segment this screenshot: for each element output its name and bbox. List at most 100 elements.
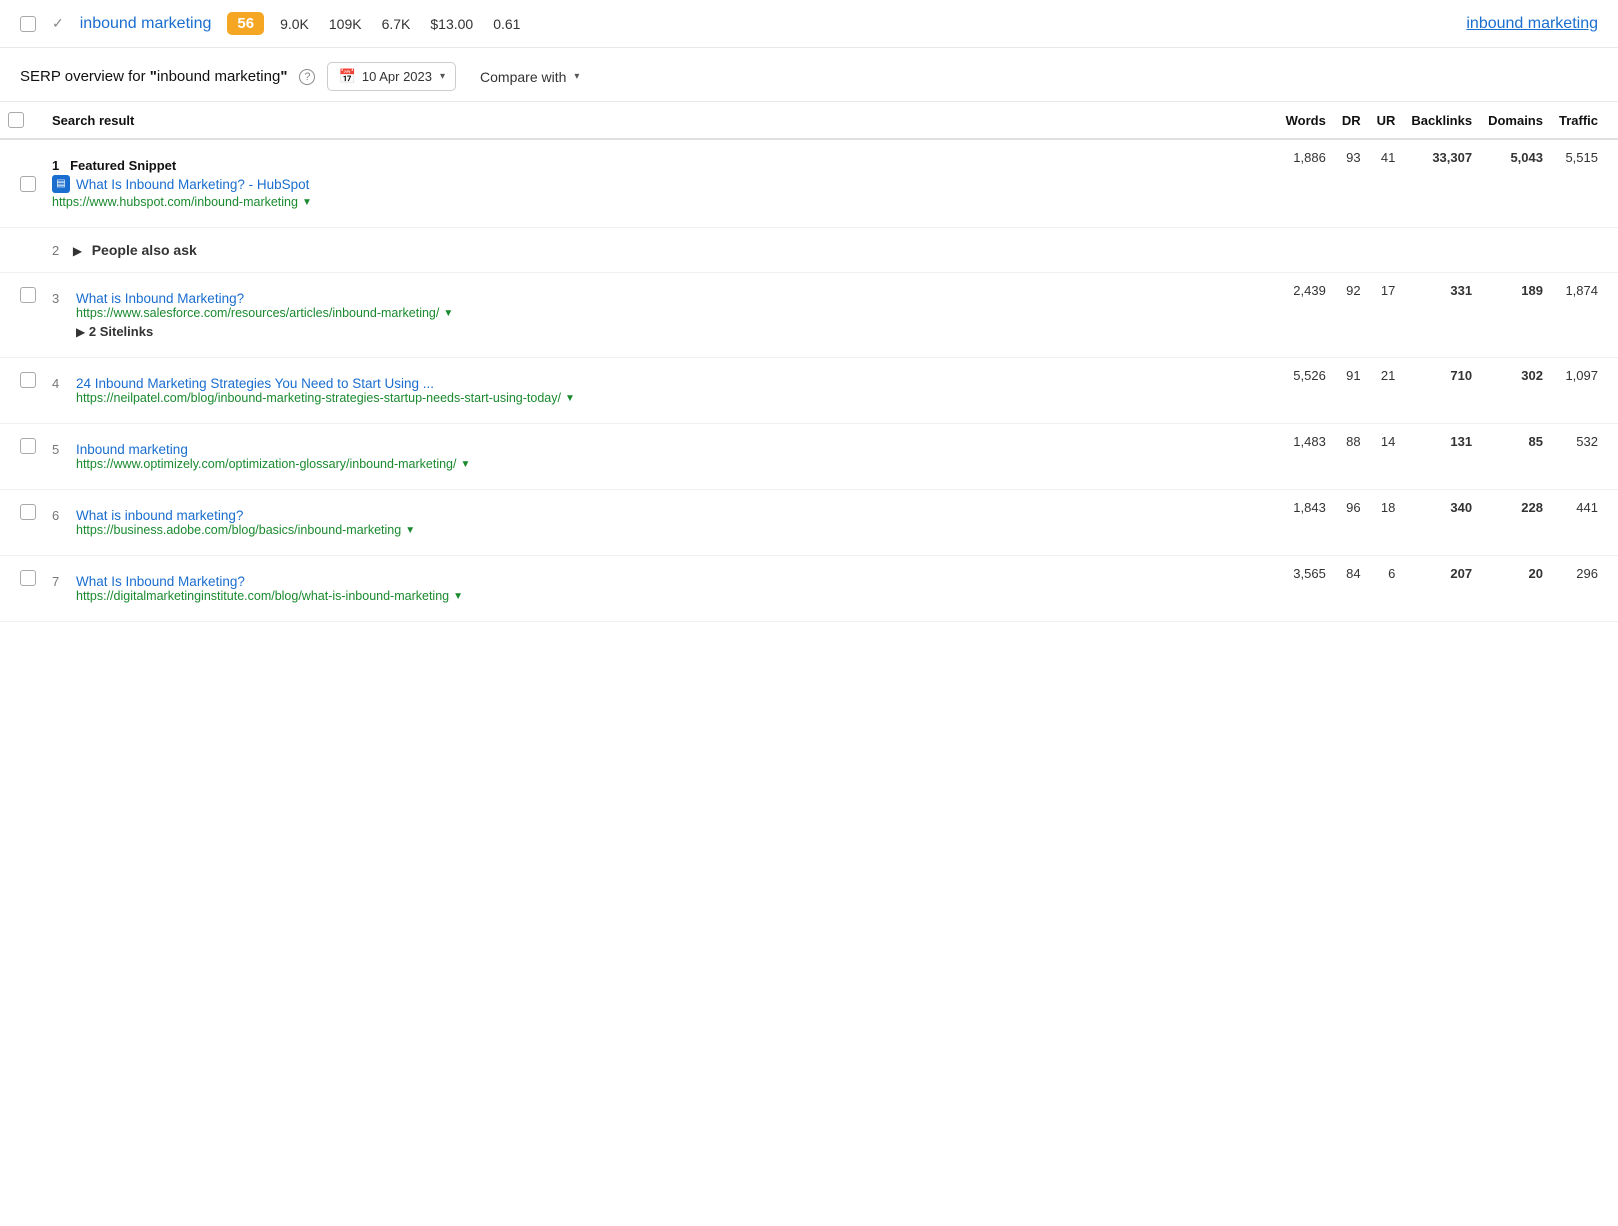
- words-cell: 1,843: [1278, 490, 1334, 556]
- backlinks-cell[interactable]: 131: [1403, 424, 1480, 490]
- row-empty-checkbox-cell: [0, 228, 44, 273]
- people-ask-cell: 2 ▶ People also ask: [44, 228, 1618, 273]
- words-cell: 2,439: [1278, 273, 1334, 358]
- stat-volume: 9.0K: [280, 16, 309, 32]
- sitelinks-label: 2 Sitelinks: [89, 324, 153, 339]
- result-title-link[interactable]: What is Inbound Marketing?: [76, 291, 453, 306]
- backlinks-cell[interactable]: 340: [1403, 490, 1480, 556]
- help-icon[interactable]: ?: [299, 69, 315, 85]
- result-title-link[interactable]: Inbound marketing: [76, 442, 470, 457]
- domains-cell[interactable]: 302: [1480, 358, 1551, 424]
- row-checkbox[interactable]: [20, 176, 36, 192]
- top-row: ✓ inbound marketing 56 9.0K 109K 6.7K $1…: [0, 0, 1618, 48]
- result-title-link[interactable]: 24 Inbound Marketing Strategies You Need…: [76, 376, 575, 391]
- people-also-ask-label: People also ask: [92, 242, 197, 258]
- ur-cell: 14: [1369, 424, 1404, 490]
- stat-clicks: 109K: [329, 16, 362, 32]
- dr-cell: 93: [1334, 139, 1369, 228]
- stat-cpc: $13.00: [430, 16, 473, 32]
- expand-arrow-icon[interactable]: ▶: [76, 325, 85, 339]
- url-dropdown-icon[interactable]: ▼: [443, 308, 453, 319]
- col-dr-header: DR: [1334, 102, 1369, 139]
- date-dropdown-arrow: ▾: [440, 71, 445, 82]
- row-checkbox[interactable]: [20, 504, 36, 520]
- row-checkbox[interactable]: [20, 287, 36, 303]
- url-dropdown-icon[interactable]: ▼: [565, 393, 575, 404]
- url-dropdown-icon[interactable]: ▼: [460, 459, 470, 470]
- row-checkbox-cell: [0, 139, 44, 228]
- ur-cell: 18: [1369, 490, 1404, 556]
- dr-cell: 92: [1334, 273, 1369, 358]
- compare-with-button[interactable]: Compare with ▾: [468, 64, 591, 90]
- results-table: Search result Words DR UR Backlinks Doma…: [0, 102, 1618, 622]
- domains-cell[interactable]: 5,043: [1480, 139, 1551, 228]
- traffic-cell: 532: [1551, 424, 1618, 490]
- result-title-link[interactable]: What Is Inbound Marketing?: [76, 574, 463, 589]
- col-words-header: Words: [1278, 102, 1334, 139]
- domains-cell[interactable]: 85: [1480, 424, 1551, 490]
- checkmark-icon: ✓: [52, 15, 64, 32]
- col-domains-header: Domains: [1480, 102, 1551, 139]
- compare-keyword-link[interactable]: inbound marketing: [1466, 15, 1598, 33]
- row-checkbox-cell: [0, 424, 44, 490]
- top-row-checkbox[interactable]: [20, 16, 36, 32]
- result-url: https://www.hubspot.com/inbound-marketin…: [52, 195, 298, 209]
- top-row-keyword-link[interactable]: inbound marketing: [80, 15, 212, 33]
- backlinks-cell[interactable]: 710: [1403, 358, 1480, 424]
- col-checkbox-header: [0, 102, 44, 139]
- compare-dropdown-arrow: ▾: [574, 71, 579, 82]
- result-content-cell: 6 What is inbound marketing? https://bus…: [44, 490, 1278, 556]
- backlinks-cell[interactable]: 207: [1403, 556, 1480, 622]
- serp-header: SERP overview for "inbound marketing" ? …: [0, 48, 1618, 102]
- table-row: 1 Featured Snippet ▤ What Is Inbound Mar…: [0, 139, 1618, 228]
- ur-cell: 41: [1369, 139, 1404, 228]
- score-badge: 56: [227, 12, 264, 35]
- url-dropdown-icon[interactable]: ▼: [453, 591, 463, 602]
- traffic-cell: 5,515: [1551, 139, 1618, 228]
- row-checkbox-cell: [0, 556, 44, 622]
- ur-cell: 21: [1369, 358, 1404, 424]
- col-search-result-header: Search result: [44, 102, 1278, 139]
- traffic-cell: 1,874: [1551, 273, 1618, 358]
- words-cell: 1,886: [1278, 139, 1334, 228]
- table-row: 2 ▶ People also ask: [0, 228, 1618, 273]
- featured-snippet-label: 1 Featured Snippet: [52, 158, 1270, 173]
- serp-title: SERP overview for "inbound marketing": [20, 68, 287, 85]
- row-number: 6: [52, 508, 66, 523]
- row-checkbox[interactable]: [20, 372, 36, 388]
- backlinks-cell[interactable]: 331: [1403, 273, 1480, 358]
- compare-label: Compare with: [480, 69, 566, 85]
- ur-cell: 6: [1369, 556, 1404, 622]
- dr-cell: 91: [1334, 358, 1369, 424]
- domains-cell[interactable]: 189: [1480, 273, 1551, 358]
- date-value: 10 Apr 2023: [362, 69, 432, 84]
- domains-cell[interactable]: 228: [1480, 490, 1551, 556]
- url-dropdown-icon[interactable]: ▼: [302, 197, 312, 208]
- traffic-cell: 296: [1551, 556, 1618, 622]
- result-title-link[interactable]: What Is Inbound Marketing? - HubSpot: [76, 177, 309, 192]
- header-checkbox[interactable]: [8, 112, 24, 128]
- result-content-cell: 4 24 Inbound Marketing Strategies You Ne…: [44, 358, 1278, 424]
- domains-cell[interactable]: 20: [1480, 556, 1551, 622]
- row-checkbox[interactable]: [20, 570, 36, 586]
- stat-kd: 6.7K: [382, 16, 411, 32]
- result-content-cell: 1 Featured Snippet ▤ What Is Inbound Mar…: [44, 139, 1278, 228]
- date-picker[interactable]: 📅 10 Apr 2023 ▾: [327, 62, 456, 91]
- table-row: 5 Inbound marketing https://www.optimize…: [0, 424, 1618, 490]
- backlinks-cell[interactable]: 33,307: [1403, 139, 1480, 228]
- expand-arrow-icon[interactable]: ▶: [73, 244, 82, 258]
- col-traffic-header: Traffic: [1551, 102, 1618, 139]
- result-title-link[interactable]: What is inbound marketing?: [76, 508, 415, 523]
- table-row: 4 24 Inbound Marketing Strategies You Ne…: [0, 358, 1618, 424]
- stat-com: 0.61: [493, 16, 520, 32]
- row-checkbox[interactable]: [20, 438, 36, 454]
- row-checkbox-cell: [0, 490, 44, 556]
- dr-cell: 96: [1334, 490, 1369, 556]
- table-row: 7 What Is Inbound Marketing? https://dig…: [0, 556, 1618, 622]
- result-content-cell: 7 What Is Inbound Marketing? https://dig…: [44, 556, 1278, 622]
- table-row: 3 What is Inbound Marketing? https://www…: [0, 273, 1618, 358]
- ur-cell: 17: [1369, 273, 1404, 358]
- result-content-cell: 5 Inbound marketing https://www.optimize…: [44, 424, 1278, 490]
- url-dropdown-icon[interactable]: ▼: [405, 525, 415, 536]
- calendar-icon: 📅: [338, 68, 355, 85]
